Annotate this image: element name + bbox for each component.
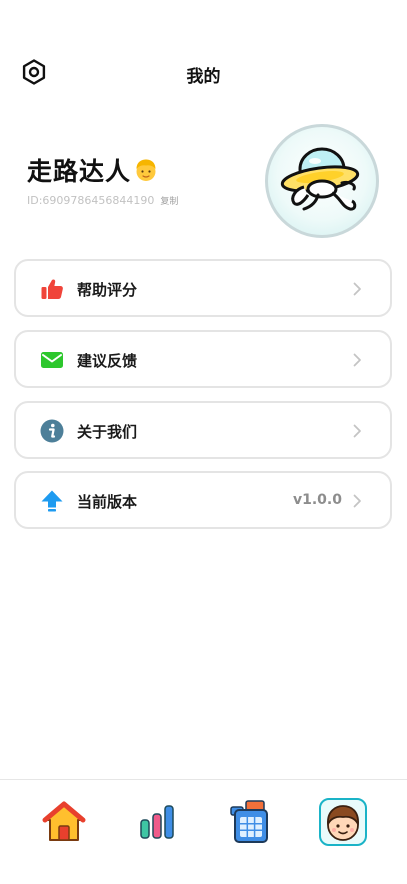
ufo-runner-avatar-icon bbox=[280, 147, 360, 211]
menu-item-label: 建议反馈 bbox=[77, 352, 138, 370]
username: 走路达人 bbox=[27, 157, 132, 186]
home-icon bbox=[42, 801, 86, 841]
info-icon bbox=[40, 419, 64, 443]
upload-arrow-icon bbox=[41, 490, 63, 512]
avatar-icon bbox=[319, 798, 367, 846]
version-value: v1.0.0 bbox=[293, 492, 342, 508]
menu-item-feedback[interactable]: 建议反馈 bbox=[14, 330, 392, 388]
calendar-icon bbox=[230, 800, 268, 843]
user-id: ID:6909786456844190 bbox=[27, 194, 155, 207]
tab-stats[interactable] bbox=[133, 798, 181, 846]
copy-id-button[interactable]: 复制 bbox=[160, 194, 178, 207]
profile-section: 走路达人 ID:6909786456844190 复制 bbox=[27, 150, 178, 207]
chevron-right-icon bbox=[353, 353, 361, 367]
thumbs-up-icon bbox=[41, 279, 63, 299]
menu-item-about[interactable]: 关于我们 bbox=[14, 401, 392, 459]
tab-bar bbox=[0, 779, 407, 884]
chevron-right-icon bbox=[353, 494, 361, 508]
menu-item-label: 关于我们 bbox=[77, 423, 138, 441]
header: 我的 bbox=[0, 52, 407, 96]
tab-calendar[interactable] bbox=[226, 798, 274, 846]
bar-chart-icon bbox=[140, 805, 174, 839]
chevron-right-icon bbox=[353, 282, 361, 296]
mail-icon bbox=[41, 352, 63, 368]
menu-item-version[interactable]: 当前版本 v1.0.0 bbox=[14, 471, 392, 529]
person-blond-emoji-icon bbox=[136, 159, 156, 181]
menu-item-label: 当前版本 bbox=[77, 493, 138, 511]
profile-avatar[interactable] bbox=[265, 124, 379, 238]
tab-profile[interactable] bbox=[319, 798, 367, 846]
menu-item-label: 帮助评分 bbox=[77, 281, 138, 299]
menu-item-rate[interactable]: 帮助评分 bbox=[14, 259, 392, 317]
chevron-right-icon bbox=[353, 424, 361, 438]
page-title: 我的 bbox=[186, 67, 221, 87]
tab-home[interactable] bbox=[40, 798, 88, 846]
